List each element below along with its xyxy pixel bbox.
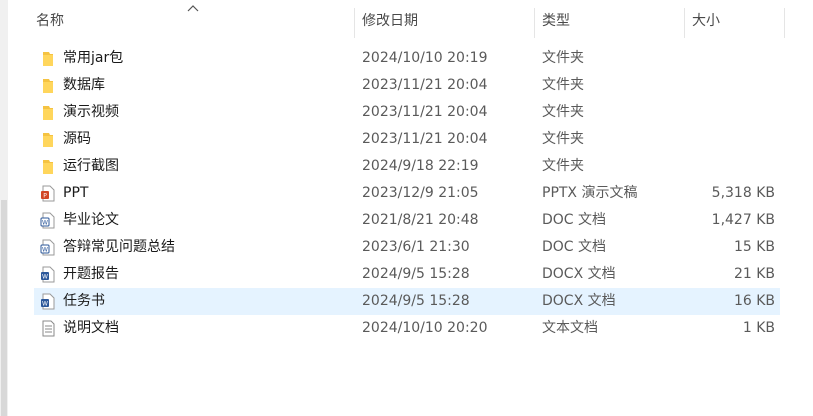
file-row[interactable]: W 任务书 2024/9/5 15:28 DOCX 文档 16 KB	[34, 288, 780, 315]
column-header-modified-label: 修改日期	[362, 13, 418, 29]
file-modified-date: 2024/10/10 20:19	[362, 50, 488, 66]
file-row[interactable]: 数据库 2023/11/21 20:04 文件夹	[34, 72, 780, 99]
text-file-icon	[40, 320, 56, 337]
folder-icon	[40, 158, 56, 175]
file-name: 源码	[63, 131, 91, 147]
file-type: DOCX 文档	[542, 266, 616, 282]
file-row[interactable]: W 开题报告 2024/9/5 15:28 DOCX 文档 21 KB	[34, 261, 780, 288]
file-name: 常用jar包	[63, 50, 124, 66]
column-separator[interactable]	[534, 8, 535, 38]
docx-file-icon: W	[40, 293, 56, 310]
file-name: 任务书	[63, 293, 105, 309]
file-modified-date: 2023/11/21 20:04	[362, 104, 488, 120]
column-header-name-label: 名称	[36, 13, 64, 29]
file-size	[655, 72, 775, 99]
file-type: 文件夹	[542, 50, 584, 66]
file-name: 答辩常见问题总结	[63, 239, 175, 255]
file-modified-date: 2023/11/21 20:04	[362, 131, 488, 147]
svg-text:W: W	[42, 247, 48, 254]
svg-text:W: W	[42, 274, 48, 281]
file-name: 数据库	[63, 77, 105, 93]
file-modified-date: 2024/9/5 15:28	[362, 293, 470, 309]
file-name: PPT	[63, 185, 89, 201]
left-scrollbar[interactable]	[0, 0, 8, 416]
file-row[interactable]: 说明文档 2024/10/10 20:20 文本文档 1 KB	[34, 315, 780, 342]
column-header-type-label: 类型	[542, 13, 570, 29]
sort-ascending-icon	[187, 3, 199, 13]
file-type: DOCX 文档	[542, 293, 616, 309]
file-row[interactable]: 常用jar包 2024/10/10 20:19 文件夹	[34, 45, 780, 72]
file-modified-date: 2023/12/9 21:05	[362, 185, 479, 201]
file-type: 文件夹	[542, 77, 584, 93]
file-name: 毕业论文	[63, 212, 119, 228]
file-size	[655, 45, 775, 72]
file-name: 演示视频	[63, 104, 119, 120]
file-name: 开题报告	[63, 266, 119, 282]
column-separator[interactable]	[684, 8, 685, 38]
file-type: DOC 文档	[542, 212, 607, 228]
file-size: 1 KB	[742, 320, 775, 336]
file-type: 文本文档	[542, 320, 598, 336]
folder-icon	[40, 77, 56, 94]
file-modified-date: 2021/8/21 20:48	[362, 212, 479, 228]
svg-text:W: W	[42, 220, 48, 227]
file-modified-date: 2024/9/5 15:28	[362, 266, 470, 282]
file-row[interactable]: 运行截图 2024/9/18 22:19 文件夹	[34, 153, 780, 180]
column-header-size[interactable]: 大小	[692, 0, 782, 42]
column-header-bar: 名称 修改日期 类型 大小	[8, 0, 813, 42]
file-row[interactable]: W 毕业论文 2021/8/21 20:48 DOC 文档 1,427 KB	[34, 207, 780, 234]
scrollbar-thumb[interactable]	[1, 200, 7, 416]
column-separator[interactable]	[784, 8, 785, 38]
file-explorer-window: 名称 修改日期 类型 大小 常用jar包 2024/10/10 20:19 文件夹数…	[0, 0, 813, 416]
file-size	[655, 126, 775, 153]
file-size: 21 KB	[733, 266, 775, 282]
file-modified-date: 2023/6/1 21:30	[362, 239, 470, 255]
folder-icon	[40, 131, 56, 148]
file-row[interactable]: 源码 2023/11/21 20:04 文件夹	[34, 126, 780, 153]
folder-icon	[40, 50, 56, 67]
file-modified-date: 2024/9/18 22:19	[362, 158, 479, 174]
file-type: DOC 文档	[542, 239, 607, 255]
column-header-modified[interactable]: 修改日期	[362, 0, 532, 42]
file-size: 16 KB	[733, 293, 775, 309]
file-size: 5,318 KB	[711, 185, 775, 201]
file-modified-date: 2023/11/21 20:04	[362, 77, 488, 93]
doc-file-icon: W	[40, 239, 56, 256]
folder-icon	[40, 104, 56, 121]
file-modified-date: 2024/10/10 20:20	[362, 320, 488, 336]
file-size	[655, 153, 775, 180]
file-row[interactable]: W 答辩常见问题总结 2023/6/1 21:30 DOC 文档 15 KB	[34, 234, 780, 261]
file-type: PPTX 演示文稿	[542, 185, 638, 201]
file-size	[655, 99, 775, 126]
file-name: 运行截图	[63, 158, 119, 174]
column-header-name[interactable]: 名称	[36, 0, 356, 42]
file-type: 文件夹	[542, 158, 584, 174]
file-size: 15 KB	[733, 239, 775, 255]
file-row[interactable]: 演示视频 2023/11/21 20:04 文件夹	[34, 99, 780, 126]
file-type: 文件夹	[542, 131, 584, 147]
docx-file-icon: W	[40, 266, 56, 283]
pptx-file-icon: P	[40, 185, 56, 202]
file-size: 1,427 KB	[711, 212, 775, 228]
file-row[interactable]: P PPT 2023/12/9 21:05 PPTX 演示文稿 5,318 KB	[34, 180, 780, 207]
column-separator[interactable]	[354, 8, 355, 38]
file-name: 说明文档	[63, 320, 119, 336]
doc-file-icon: W	[40, 212, 56, 229]
svg-text:W: W	[42, 301, 48, 308]
svg-text:P: P	[43, 193, 47, 200]
column-header-size-label: 大小	[692, 13, 720, 29]
file-type: 文件夹	[542, 104, 584, 120]
column-header-type[interactable]: 类型	[542, 0, 682, 42]
